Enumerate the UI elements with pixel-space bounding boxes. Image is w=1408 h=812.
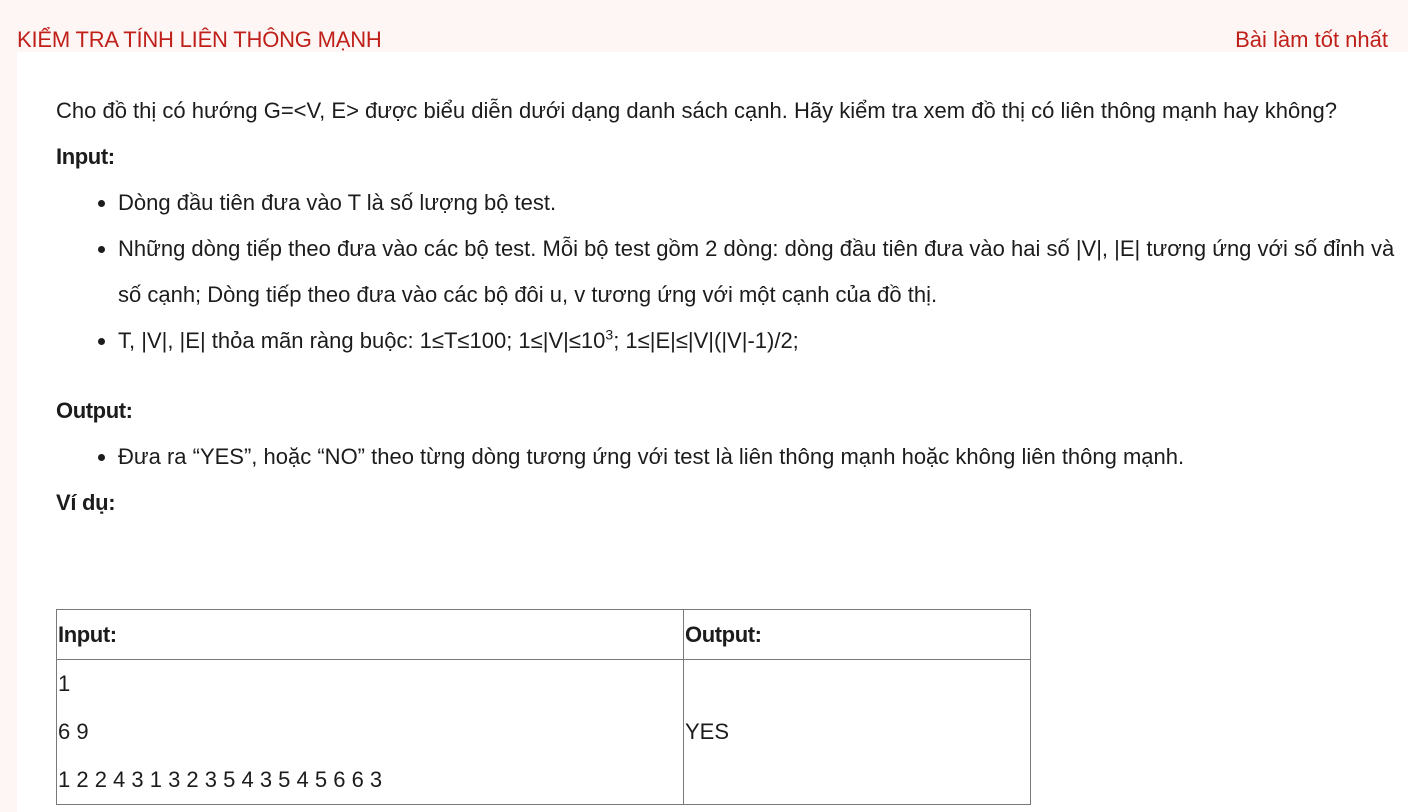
header-bar: KIỂM TRA TÍNH LIÊN THÔNG MẠNH Bài làm tố…: [0, 0, 1408, 52]
example-heading: Ví dụ:: [56, 490, 116, 515]
problem-content: Cho đồ thị có hướng G=<V, E> được biểu d…: [56, 88, 1396, 526]
page-title: KIỂM TRA TÍNH LIÊN THÔNG MẠNH: [17, 27, 382, 52]
constraint-text: T, |V|, |E| thỏa mãn ràng buộc: 1≤T≤100;…: [118, 328, 606, 353]
list-item: Dòng đầu tiên đưa vào T là số lượng bộ t…: [118, 180, 1396, 226]
input-heading: Input:: [56, 144, 115, 169]
output-heading: Output:: [56, 398, 133, 423]
list-item: T, |V|, |E| thỏa mãn ràng buộc: 1≤T≤100;…: [118, 318, 1396, 364]
table-header-input: Input:: [56, 609, 684, 660]
best-solution-link[interactable]: Bài làm tốt nhất: [1235, 27, 1388, 53]
output-list: Đưa ra “YES”, hoặc “NO” theo từng dòng t…: [56, 434, 1396, 480]
table-row: 1 6 9 1 2 2 4 3 1 3 2 3 5 4 3 5 4 5 6 6 …: [56, 659, 1031, 805]
example-input-cell: 1 6 9 1 2 2 4 3 1 3 2 3 5 4 3 5 4 5 6 6 …: [56, 659, 684, 805]
problem-card: Cho đồ thị có hướng G=<V, E> được biểu d…: [17, 52, 1408, 812]
problem-intro: Cho đồ thị có hướng G=<V, E> được biểu d…: [56, 98, 1337, 123]
example-output-cell: YES: [683, 659, 1031, 805]
constraint-suffix: ; 1≤|E|≤|V|(|V|-1)/2;: [613, 328, 799, 353]
table-header-output: Output:: [683, 609, 1031, 660]
input-line: 6 9: [58, 719, 89, 744]
list-item: Những dòng tiếp theo đưa vào các bộ test…: [118, 226, 1396, 318]
input-line: 1 2 2 4 3 1 3 2 3 5 4 3 5 4 5 6 6 3: [58, 767, 383, 792]
table-header-row: Input: Output:: [56, 609, 1031, 660]
input-list: Dòng đầu tiên đưa vào T là số lượng bộ t…: [56, 180, 1396, 364]
list-item: Đưa ra “YES”, hoặc “NO” theo từng dòng t…: [118, 434, 1396, 480]
example-table: Input: Output: 1 6 9 1 2 2 4 3 1 3 2 3 5…: [56, 609, 1031, 805]
input-line: 1: [58, 671, 71, 696]
